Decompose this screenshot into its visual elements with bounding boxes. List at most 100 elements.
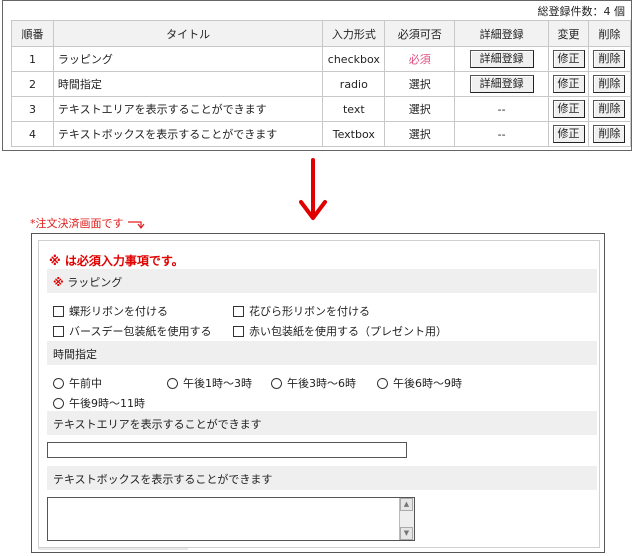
row-title: テキストエリアを表示することができます xyxy=(52,96,324,122)
edit-button[interactable]: 修正 xyxy=(552,75,585,93)
checkbox[interactable] xyxy=(233,305,244,317)
radio-label: 午前中 xyxy=(69,377,102,390)
edit-button[interactable]: 修正 xyxy=(552,100,585,118)
row-type: text xyxy=(322,96,386,122)
divider xyxy=(38,548,188,550)
section-header-textbox: テキストボックスを表示することができます xyxy=(47,466,597,490)
checkbox-option[interactable]: 赤い包装紙を使用する（プレゼント用） xyxy=(233,323,447,339)
row-order: 4 xyxy=(11,121,54,147)
checkbox-label: 花びら形リボンを付ける xyxy=(249,305,370,318)
radio-button[interactable] xyxy=(53,397,64,409)
radio-option[interactable]: 午後9時～11時 xyxy=(53,395,145,411)
textarea-field[interactable]: ▲ ▼ xyxy=(47,497,415,541)
down-arrow-icon xyxy=(299,158,327,220)
delete-button[interactable]: 削除 xyxy=(593,50,626,68)
row-edit-cell: 修正 xyxy=(548,121,589,147)
required-mark: ※ xyxy=(53,276,64,289)
edit-button[interactable]: 修正 xyxy=(552,50,585,68)
row-order: 3 xyxy=(11,96,54,122)
checkbox[interactable] xyxy=(53,325,64,337)
section-title-textbox: テキストボックスを表示することができます xyxy=(53,473,273,486)
total-count: 総登録件数：4 個 xyxy=(537,5,626,18)
section-header-textarea: テキストエリアを表示することができます xyxy=(47,411,597,435)
checkbox-option[interactable]: 蝶形リボンを付ける xyxy=(53,303,168,319)
row-order: 2 xyxy=(11,71,54,97)
delete-button[interactable]: 削除 xyxy=(593,75,626,93)
radio-label: 午後9時～11時 xyxy=(69,397,145,410)
table-row: 3 テキストエリアを表示することができます text 選択 -- 修正 削除 xyxy=(11,96,632,122)
radio-option[interactable]: 午後1時～3時 xyxy=(167,375,252,391)
col-header-delete: 削除 xyxy=(587,20,632,47)
radio-button[interactable] xyxy=(53,377,64,389)
radio-label: 午後1時～3時 xyxy=(183,377,252,390)
section-header-time: 時間指定 xyxy=(47,341,597,365)
radio-label: 午後6時～9時 xyxy=(393,377,462,390)
section-title-wrapping: ※ ラッピング xyxy=(53,274,122,290)
section-title-textarea: テキストエリアを表示することができます xyxy=(53,418,262,431)
scrollbar[interactable]: ▲ ▼ xyxy=(399,498,414,540)
annotation-text: *注文決済画面です xyxy=(30,217,124,230)
row-required: 必須 xyxy=(384,46,456,72)
checkbox-label: 赤い包装紙を使用する（プレゼント用） xyxy=(249,325,447,338)
row-edit-cell: 修正 xyxy=(548,46,589,72)
delete-button[interactable]: 削除 xyxy=(593,100,626,118)
wrapping-title-text: ラッピング xyxy=(67,276,123,289)
radio-option[interactable]: 午後6時～9時 xyxy=(377,375,462,391)
row-type: checkbox xyxy=(322,46,386,72)
radio-button[interactable] xyxy=(271,377,282,389)
col-header-order: 順番 xyxy=(11,20,54,47)
row-delete-cell: 削除 xyxy=(587,121,632,147)
checkbox-label: 蝶形リボンを付ける xyxy=(69,305,168,318)
text-input[interactable] xyxy=(47,442,407,458)
row-required: 選択 xyxy=(384,96,456,122)
col-header-edit: 変更 xyxy=(548,20,589,47)
col-header-title: タイトル xyxy=(52,20,324,47)
row-type: Textbox xyxy=(322,121,386,147)
col-header-detail: 詳細登録 xyxy=(454,20,550,47)
row-detail: -- xyxy=(454,121,550,147)
checkbox-label: バースデー包装紙を使用する xyxy=(69,325,212,338)
table-row: 2 時間指定 radio 選択 詳細登録 修正 削除 xyxy=(11,71,632,97)
row-detail: -- xyxy=(454,96,550,122)
col-header-required: 必須可否 xyxy=(384,20,456,47)
radio-option[interactable]: 午前中 xyxy=(53,375,102,391)
detail-register-button[interactable]: 詳細登録 xyxy=(469,75,534,93)
row-title: ラッピング xyxy=(52,46,324,72)
row-delete-cell: 削除 xyxy=(587,71,632,97)
row-type: radio xyxy=(322,71,386,97)
row-edit-cell: 修正 xyxy=(548,71,589,97)
table-row: 4 テキストボックスを表示することができます Textbox 選択 -- 修正 … xyxy=(11,121,632,147)
col-header-type: 入力形式 xyxy=(322,20,386,47)
radio-button[interactable] xyxy=(167,377,178,389)
delete-button[interactable]: 削除 xyxy=(593,125,626,143)
section-header-wrapping: ※ ラッピング xyxy=(47,269,597,293)
table-row: 1 ラッピング checkbox 必須 詳細登録 修正 削除 xyxy=(11,46,632,72)
row-detail-cell: 詳細登録 xyxy=(454,46,550,72)
row-title: テキストボックスを表示することができます xyxy=(52,121,324,147)
checkout-preview-panel: ※ は必須入力事項です。 ※ ラッピング 蝶形リボンを付ける 花びら形リボンを付… xyxy=(31,233,605,553)
scroll-down-icon[interactable]: ▼ xyxy=(400,527,413,540)
annotation-note: *注文決済画面です xyxy=(30,215,145,231)
detail-register-button[interactable]: 詳細登録 xyxy=(469,50,534,68)
row-order: 1 xyxy=(11,46,54,72)
hook-arrow-icon xyxy=(128,221,145,229)
checkout-form: ※ は必須入力事項です。 ※ ラッピング 蝶形リボンを付ける 花びら形リボンを付… xyxy=(38,240,600,548)
radio-label: 午後3時～6時 xyxy=(287,377,356,390)
field-list-panel: 総登録件数：4 個 順番 タイトル 入力形式 必須可否 詳細登録 変更 削除 1… xyxy=(2,0,632,151)
row-edit-cell: 修正 xyxy=(548,96,589,122)
row-required: 選択 xyxy=(384,71,456,97)
checkbox-option[interactable]: 花びら形リボンを付ける xyxy=(233,303,370,319)
row-title: 時間指定 xyxy=(52,71,324,97)
row-detail-cell: 詳細登録 xyxy=(454,71,550,97)
row-delete-cell: 削除 xyxy=(587,46,632,72)
checkbox[interactable] xyxy=(53,305,64,317)
radio-option[interactable]: 午後3時～6時 xyxy=(271,375,356,391)
field-table: 順番 タイトル 入力形式 必須可否 詳細登録 変更 削除 1 ラッピング che… xyxy=(11,20,632,147)
radio-button[interactable] xyxy=(377,377,388,389)
checkbox[interactable] xyxy=(233,325,244,337)
table-header-row: 順番 タイトル 入力形式 必須可否 詳細登録 変更 削除 xyxy=(11,20,632,47)
checkbox-option[interactable]: バースデー包装紙を使用する xyxy=(53,323,211,339)
scroll-up-icon[interactable]: ▲ xyxy=(400,498,413,511)
edit-button[interactable]: 修正 xyxy=(552,125,585,143)
required-note: ※ は必須入力事項です。 xyxy=(49,254,184,268)
